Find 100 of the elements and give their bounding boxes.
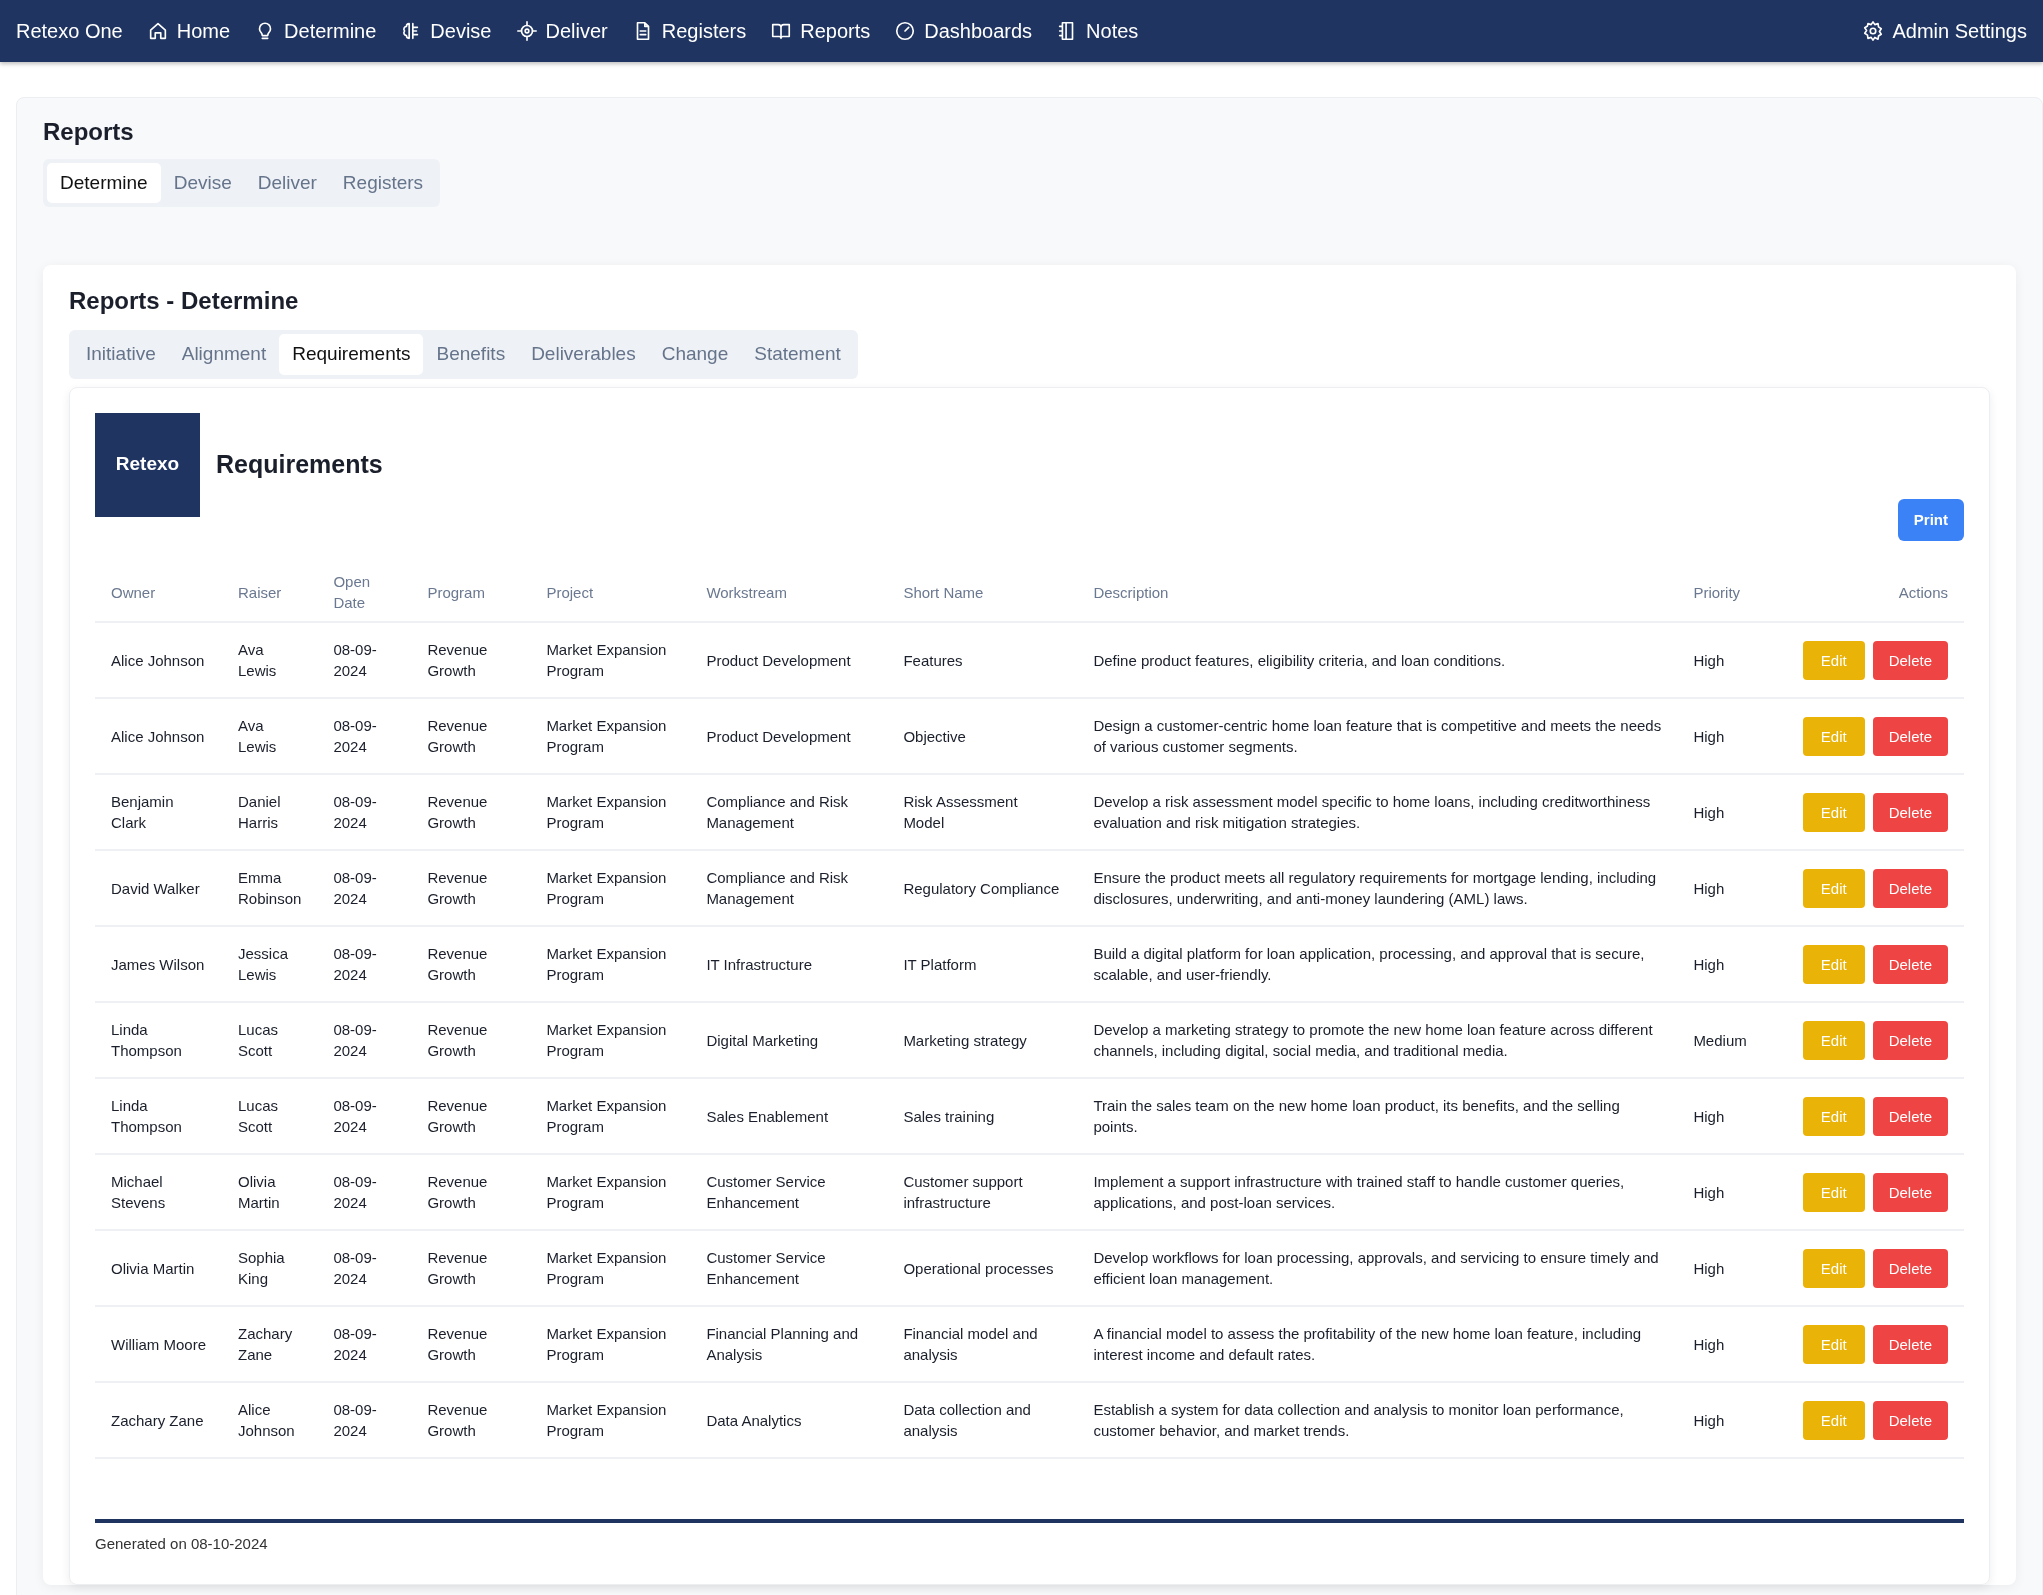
table-cell: Revenue Growth	[411, 774, 531, 851]
column-header: Raiser	[222, 563, 318, 623]
delete-button[interactable]: Delete	[1872, 1248, 1948, 1288]
table-cell: Regulatory Compliance	[887, 850, 1078, 927]
section-title: Reports - Determine	[69, 287, 300, 317]
table-cell: 08-09-2024	[317, 774, 412, 851]
edit-button[interactable]: Edit	[1802, 1324, 1865, 1364]
column-header: Short Name	[887, 563, 1078, 623]
table-cell: Ensure the product meets all regulatory requirements for mortgage lending, including disclosures, underwriting, and anti-money laundering (AML) laws.	[1077, 850, 1678, 927]
table-cell: Sales Enablement	[690, 1078, 888, 1155]
column-header: Open Date	[317, 563, 412, 623]
table-cell: Financial model and analysis	[887, 1306, 1078, 1383]
table-cell: Customer Service Enhancement	[690, 1154, 888, 1231]
edit-button[interactable]: Edit	[1802, 640, 1865, 680]
table-cell: Market Expansion Program	[530, 1002, 691, 1079]
table-cell: Revenue Growth	[411, 1002, 531, 1079]
edit-button[interactable]: Edit	[1802, 1400, 1865, 1440]
table-cell: Sophia King	[222, 1230, 318, 1307]
tab[interactable]: Benefits	[423, 334, 519, 375]
table-cell: Design a customer-centric home loan feature that is competitive and meets the needs of various customer segments.	[1077, 698, 1678, 775]
table-cell: Market Expansion Program	[530, 774, 691, 851]
edit-button[interactable]: Edit	[1802, 1020, 1865, 1060]
nav-link[interactable]: Home	[146, 16, 231, 46]
tab[interactable]: Deliverables	[518, 334, 649, 375]
table-cell: 08-09-2024	[317, 1002, 412, 1079]
delete-button[interactable]: Delete	[1872, 1020, 1948, 1060]
column-header: Workstream	[690, 563, 888, 623]
table-cell: Data collection and analysis	[887, 1382, 1078, 1459]
nav-link[interactable]: Deliver	[515, 16, 608, 46]
table-cell: High	[1677, 926, 1768, 1003]
table-cell: High	[1677, 1154, 1768, 1231]
table-cell: Market Expansion Program	[530, 850, 691, 927]
edit-button[interactable]: Edit	[1802, 868, 1865, 908]
table-cell: Alice Johnson	[222, 1382, 318, 1459]
table-cell: James Wilson	[95, 926, 222, 1003]
column-header: Owner	[95, 563, 222, 623]
table-cell: Ava Lewis	[222, 622, 318, 699]
table-cell: Product Development	[690, 698, 888, 775]
tab[interactable]: Registers	[329, 162, 437, 204]
table-cell: Revenue Growth	[411, 1306, 531, 1383]
tab[interactable]: Determine	[47, 162, 161, 204]
nav-link[interactable]: Determine	[254, 16, 377, 46]
table-cell: Develop a marketing strategy to promote the new home loan feature across different channels, including digital, social media, and traditional media.	[1077, 1002, 1678, 1079]
delete-button[interactable]: Delete	[1872, 1400, 1948, 1440]
delete-button[interactable]: Delete	[1872, 640, 1948, 680]
table-cell: Revenue Growth	[411, 1230, 531, 1307]
delete-button[interactable]: Delete	[1872, 1324, 1948, 1364]
edit-button[interactable]: Edit	[1802, 1248, 1865, 1288]
table-cell: Linda Thompson	[95, 1078, 222, 1155]
table-cell: Sales training	[887, 1078, 1078, 1155]
tab[interactable]: Devise	[160, 162, 245, 204]
table-cell: Marketing strategy	[887, 1002, 1078, 1079]
gauge-icon	[894, 20, 917, 42]
nav-link[interactable]: Devise	[400, 16, 492, 46]
brand-link[interactable]: Retexo One	[16, 16, 123, 46]
column-header: Description	[1077, 563, 1678, 623]
delete-button[interactable]: Delete	[1872, 716, 1948, 756]
tab[interactable]: Alignment	[168, 334, 280, 375]
admin-settings-link[interactable]: Admin Settings	[1862, 16, 2027, 46]
tab[interactable]: Deliver	[244, 162, 330, 204]
table-cell: 08-09-2024	[317, 1382, 412, 1459]
table-cell: IT Platform	[887, 926, 1078, 1003]
edit-button[interactable]: Edit	[1802, 1172, 1865, 1212]
table-cell: Features	[887, 622, 1078, 699]
print-button[interactable]: Print	[1897, 498, 1964, 542]
table-cell: Benjamin Clark	[95, 774, 222, 851]
table-cell: Operational processes	[887, 1230, 1078, 1307]
tab[interactable]: Statement	[741, 334, 854, 375]
delete-button[interactable]: Delete	[1872, 1096, 1948, 1136]
edit-button[interactable]: Edit	[1802, 792, 1865, 832]
table-cell: 08-09-2024	[317, 622, 412, 699]
nav-link[interactable]: Notes	[1056, 16, 1139, 46]
delete-button[interactable]: Delete	[1872, 868, 1948, 908]
nav-link[interactable]: Dashboards	[894, 16, 1033, 46]
table-cell: Develop workflows for loan processing, approvals, and servicing to ensure timely and efficient loan management.	[1077, 1230, 1678, 1307]
table-cell: William Moore	[95, 1306, 222, 1383]
table-cell: Market Expansion Program	[530, 698, 691, 775]
table-cell: Lucas Scott	[222, 1002, 318, 1079]
table-cell: Objective	[887, 698, 1078, 775]
table-cell: A financial model to assess the profitability of the new home loan feature, including interest income and default rates.	[1077, 1306, 1678, 1383]
edit-button[interactable]: Edit	[1802, 716, 1865, 756]
table-cell: High	[1677, 850, 1768, 927]
edit-button[interactable]: Edit	[1802, 1096, 1865, 1136]
table-cell: Market Expansion Program	[530, 622, 691, 699]
delete-button[interactable]: Delete	[1872, 944, 1948, 984]
table-cell: Revenue Growth	[411, 622, 531, 699]
tab[interactable]: Change	[648, 334, 742, 375]
table-cell: Compliance and Risk Management	[690, 850, 888, 927]
delete-button[interactable]: Delete	[1872, 792, 1948, 832]
nav-link[interactable]: Reports	[770, 16, 871, 46]
table-cell: Olivia Martin	[95, 1230, 222, 1307]
column-header: Priority	[1677, 563, 1768, 623]
tab[interactable]: Initiative	[73, 334, 169, 375]
table-cell: Emma Robinson	[222, 850, 318, 927]
report-title: Requirements	[216, 448, 383, 480]
nav-link[interactable]: Registers	[631, 16, 747, 46]
delete-button[interactable]: Delete	[1872, 1172, 1948, 1212]
table-cell: Product Development	[690, 622, 888, 699]
tab[interactable]: Requirements	[279, 334, 424, 375]
edit-button[interactable]: Edit	[1802, 944, 1865, 984]
